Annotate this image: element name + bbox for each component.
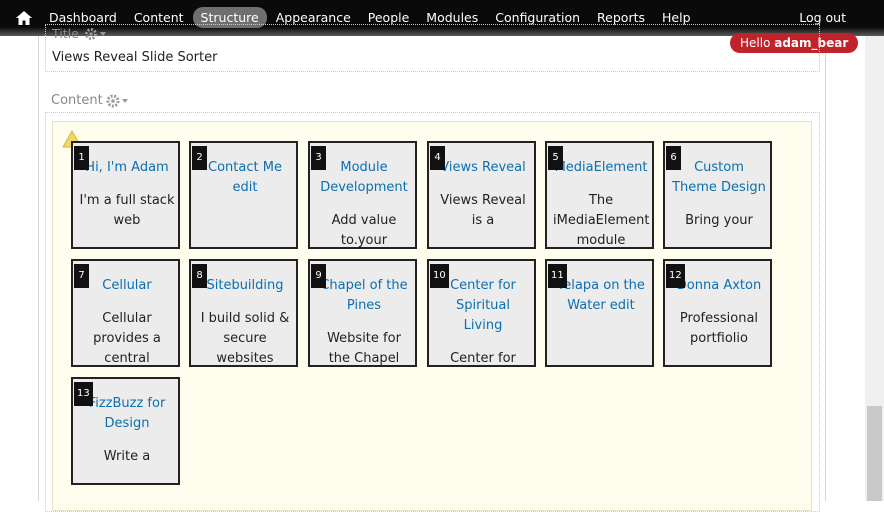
- tile-body-text: I'm a full stack web: [79, 193, 175, 228]
- tile-title-link[interactable]: Chapel of the Pines: [316, 276, 412, 316]
- tile-title-link[interactable]: Yelapa on the Water edit: [553, 276, 649, 316]
- slide-tile[interactable]: Sitebuilding I build solid & secure websi…: [189, 259, 298, 367]
- tile-body-text: The iMediaElement module: [553, 193, 650, 248]
- slide-tile[interactable]: Donna Axton Professional portfiolio 12: [663, 259, 772, 367]
- logout-link[interactable]: Log out: [799, 10, 846, 25]
- tile-body-text: Write a: [103, 449, 151, 464]
- tile-body-text: Views Reveal is a: [440, 193, 526, 228]
- slide-tile[interactable]: FizzBuzz for Design Write a 13: [71, 377, 180, 485]
- tile-number: 12: [666, 264, 685, 288]
- tile-body-text: Cellular provides a central: [93, 311, 161, 366]
- tile-body-text: Website for the Chapel: [327, 331, 401, 366]
- slide-tile[interactable]: Module Development Add value to.your 3: [308, 141, 417, 249]
- tile-title-link[interactable]: Donna Axton: [671, 276, 767, 296]
- title-region-label: Title: [52, 26, 79, 41]
- tile-body-text: Center for: [450, 351, 516, 366]
- tile-number: 4: [430, 146, 445, 170]
- slide-tile[interactable]: Chapel of the Pines Website for the Chape…: [308, 259, 417, 367]
- scrollbar-thumb[interactable]: [867, 406, 882, 501]
- slide-tile[interactable]: Cellular Cellular provides a central 7: [71, 259, 180, 367]
- tile-title-link[interactable]: Custom Theme Design: [671, 158, 767, 198]
- tile-title-link[interactable]: Module Development: [316, 158, 412, 198]
- tile-number: 13: [74, 382, 93, 406]
- tile-number: 3: [311, 146, 326, 170]
- slide-tile[interactable]: Contact Me edit 2: [189, 141, 298, 249]
- tile-number: 2: [192, 146, 207, 170]
- slide-tile[interactable]: Views Reveal Views Reveal is a 4: [427, 141, 536, 249]
- tile-body-text: Bring your: [685, 213, 753, 228]
- tile-body-text: Add value to.your: [331, 213, 397, 248]
- home-icon[interactable]: [15, 9, 33, 27]
- content-region-label: Content: [51, 93, 103, 108]
- gear-icon[interactable]: [84, 26, 108, 45]
- tile-number: 8: [192, 264, 207, 288]
- tile-body-text: Professional portfiolio: [679, 311, 759, 346]
- slide-tile[interactable]: Custom Theme Design Bring your 6: [663, 141, 772, 249]
- tile-number: 7: [74, 264, 89, 288]
- tile-title-link[interactable]: Hi, I'm Adam: [79, 158, 175, 178]
- tile-title-link[interactable]: FizzBuzz for Design: [79, 394, 175, 434]
- slide-tile[interactable]: Center for Spiritual Living Center for 10: [427, 259, 536, 367]
- slide-tile[interactable]: Yelapa on the Water edit 11: [545, 259, 654, 367]
- slide-tile[interactable]: MediaElement The iMediaElement module 5: [545, 141, 654, 249]
- tile-number: 11: [548, 264, 567, 288]
- tile-title-link[interactable]: Cellular: [79, 276, 175, 296]
- tile-number: 10: [430, 264, 449, 288]
- page-title-value: Views Reveal Slide Sorter: [52, 50, 218, 65]
- vertical-scrollbar[interactable]: [865, 36, 884, 501]
- tile-title-link[interactable]: Contact Me edit: [197, 158, 293, 198]
- tile-number: 6: [666, 146, 681, 170]
- tile-title-link[interactable]: Sitebuilding: [197, 276, 293, 296]
- tile-number: 9: [311, 264, 326, 288]
- tile-number: 5: [548, 146, 563, 170]
- tile-title-link[interactable]: MediaElement: [553, 158, 649, 178]
- tile-body-text: I build solid & secure websites: [200, 311, 290, 366]
- tile-title-link[interactable]: Center for Spiritual Living: [435, 276, 531, 336]
- gear-icon[interactable]: [106, 93, 130, 113]
- slide-tile[interactable]: Hi, I'm Adam I'm a full stack web 1: [71, 141, 180, 249]
- tile-number: 1: [74, 146, 89, 170]
- tile-title-link[interactable]: Views Reveal: [435, 158, 531, 178]
